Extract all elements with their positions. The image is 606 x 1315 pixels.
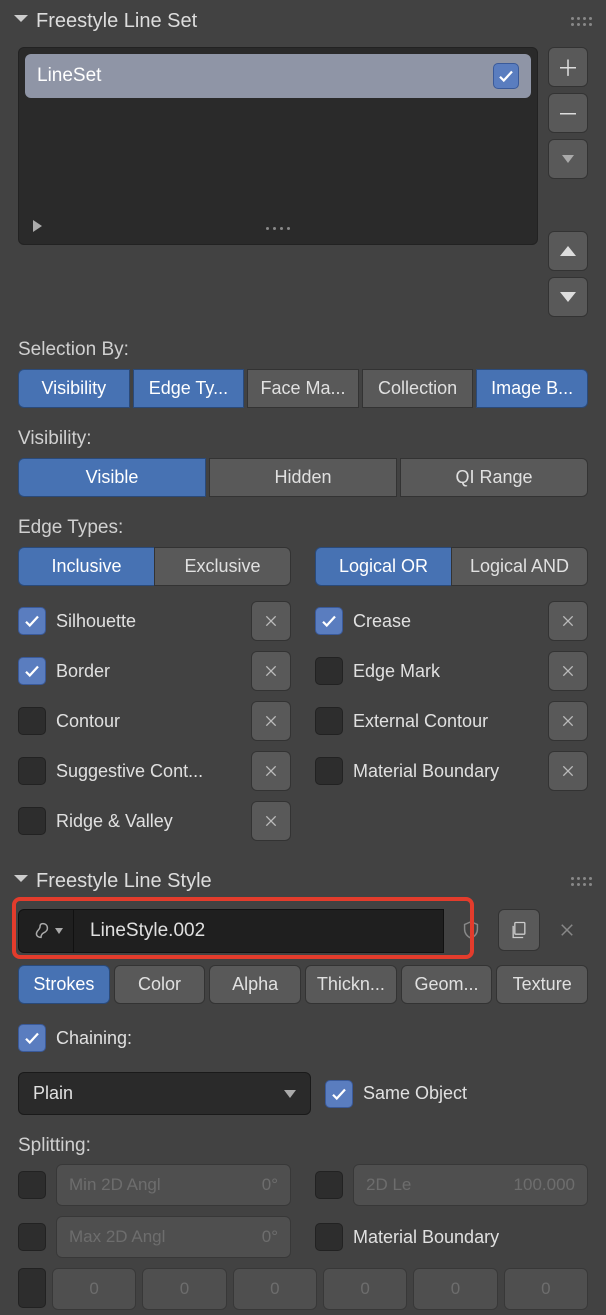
selectby-edgetypes[interactable]: Edge Ty... [133, 369, 245, 408]
dash-d1[interactable]: 0 [52, 1268, 136, 1310]
materialboundary-exclude-button[interactable] [548, 751, 588, 791]
panel-title: Freestyle Line Style [36, 870, 212, 893]
same-object-label: Same Object [363, 1083, 467, 1104]
border-exclude-button[interactable] [251, 651, 291, 691]
drag-grip-icon[interactable] [571, 17, 592, 26]
lineset-enable-checkbox[interactable] [493, 63, 519, 89]
visibility-hidden[interactable]: Hidden [209, 458, 397, 497]
selectby-collection[interactable]: Collection [362, 369, 474, 408]
minangle-field[interactable]: Min 2D Angl 0° [56, 1164, 291, 1206]
remove-lineset-button[interactable]: － [548, 93, 588, 133]
lineset-panel-header[interactable]: Freestyle Line Set [0, 0, 606, 43]
visibility-qirange[interactable]: QI Range [400, 458, 588, 497]
panel-title: Freestyle Line Set [36, 10, 197, 33]
contour-exclude-button[interactable] [251, 701, 291, 741]
edgetypes-inclusive[interactable]: Inclusive [18, 547, 155, 586]
expand-triangle-icon[interactable] [33, 220, 42, 232]
unlink-linestyle-button[interactable] [546, 909, 588, 951]
externalcontour-checkbox[interactable] [315, 707, 343, 735]
suggestivecontour-label: Suggestive Cont... [56, 761, 241, 782]
collapse-triangle-icon [14, 875, 28, 889]
contour-label: Contour [56, 711, 241, 732]
same-object-checkbox[interactable] [325, 1080, 353, 1108]
visibility-visible[interactable]: Visible [18, 458, 206, 497]
splitting-label: Splitting: [0, 1121, 606, 1159]
visibility-label: Visibility: [0, 414, 606, 452]
linestyle-name-field[interactable]: LineStyle.002 [74, 909, 444, 953]
dash-g1[interactable]: 0 [142, 1268, 226, 1310]
ridgevalley-exclude-button[interactable] [251, 801, 291, 841]
drag-grip-icon[interactable] [571, 877, 592, 886]
lineset-item[interactable]: LineSet [25, 54, 531, 98]
dash-d2[interactable]: 0 [233, 1268, 317, 1310]
suggestivecontour-exclude-button[interactable] [251, 751, 291, 791]
tab-color[interactable]: Color [114, 965, 206, 1004]
tab-texture[interactable]: Texture [496, 965, 588, 1004]
silhouette-checkbox[interactable] [18, 607, 46, 635]
move-up-button[interactable] [548, 231, 588, 271]
minangle-checkbox[interactable] [18, 1171, 46, 1199]
border-checkbox[interactable] [18, 657, 46, 685]
dash-d3[interactable]: 0 [413, 1268, 497, 1310]
linestyle-browse-dropdown[interactable] [18, 909, 74, 953]
split-matboundary-label: Material Boundary [353, 1227, 499, 1248]
split-matboundary-checkbox[interactable] [315, 1223, 343, 1251]
chaining-method-select[interactable]: Plain [18, 1072, 311, 1115]
dash-g3[interactable]: 0 [504, 1268, 588, 1310]
materialboundary-label: Material Boundary [353, 761, 538, 782]
maxangle-field[interactable]: Max 2D Angl 0° [56, 1216, 291, 1258]
chaining-checkbox[interactable] [18, 1024, 46, 1052]
length2d-checkbox[interactable] [315, 1171, 343, 1199]
externalcontour-exclude-button[interactable] [548, 701, 588, 741]
edgetypes-exclusive[interactable]: Exclusive [154, 547, 291, 586]
close-icon [558, 921, 576, 939]
edgetypes-logical-or[interactable]: Logical OR [315, 547, 452, 586]
collapse-triangle-icon [14, 15, 28, 29]
lineset-list[interactable]: LineSet [18, 47, 538, 245]
border-label: Border [56, 661, 241, 682]
selectby-facemarks[interactable]: Face Ma... [247, 369, 359, 408]
silhouette-label: Silhouette [56, 611, 241, 632]
edgetypes-label: Edge Types: [0, 503, 606, 541]
suggestivecontour-checkbox[interactable] [18, 757, 46, 785]
move-down-button[interactable] [548, 277, 588, 317]
selectby-visibility[interactable]: Visibility [18, 369, 130, 408]
edgetypes-logical-and[interactable]: Logical AND [451, 547, 588, 586]
duplicate-icon [509, 920, 529, 940]
tab-geometry[interactable]: Geom... [401, 965, 493, 1004]
ridgevalley-label: Ridge & Valley [56, 811, 241, 832]
tab-thickness[interactable]: Thickn... [305, 965, 397, 1004]
externalcontour-label: External Contour [353, 711, 538, 732]
selection-by-label: Selection By: [0, 325, 606, 363]
contour-checkbox[interactable] [18, 707, 46, 735]
chevron-down-icon [284, 1090, 296, 1098]
add-lineset-button[interactable]: ＋ [548, 47, 588, 87]
crease-exclude-button[interactable] [548, 601, 588, 641]
lineset-item-label: LineSet [37, 65, 101, 87]
maxangle-checkbox[interactable] [18, 1223, 46, 1251]
dash-enable-checkbox[interactable] [18, 1268, 46, 1308]
chaining-label: Chaining: [56, 1028, 132, 1049]
tab-alpha[interactable]: Alpha [209, 965, 301, 1004]
list-grip-icon [266, 227, 290, 230]
edgemark-checkbox[interactable] [315, 657, 343, 685]
new-linestyle-button[interactable] [498, 909, 540, 951]
ridgevalley-checkbox[interactable] [18, 807, 46, 835]
edgemark-exclude-button[interactable] [548, 651, 588, 691]
crease-label: Crease [353, 611, 538, 632]
fake-user-button[interactable] [450, 909, 492, 951]
shield-icon [460, 919, 482, 941]
lineset-specials-menu[interactable] [548, 139, 588, 179]
silhouette-exclude-button[interactable] [251, 601, 291, 641]
selectby-imageborder[interactable]: Image B... [476, 369, 588, 408]
materialboundary-checkbox[interactable] [315, 757, 343, 785]
crease-checkbox[interactable] [315, 607, 343, 635]
tab-strokes[interactable]: Strokes [18, 965, 110, 1004]
dash-g2[interactable]: 0 [323, 1268, 407, 1310]
edgemark-label: Edge Mark [353, 661, 538, 682]
brush-icon [30, 920, 52, 942]
linestyle-panel-header[interactable]: Freestyle Line Style [0, 860, 606, 903]
length2d-field[interactable]: 2D Le 100.000 [353, 1164, 588, 1206]
